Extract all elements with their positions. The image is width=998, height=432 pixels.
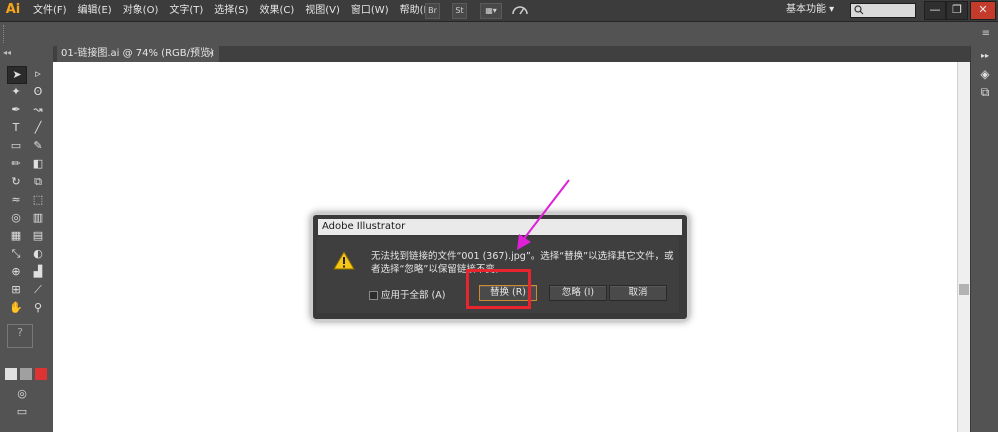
eyedropper-tool-icon[interactable]: ⤡ [7, 246, 25, 262]
type-tool-icon[interactable]: T [7, 120, 25, 136]
workspace-switcher[interactable]: 基本功能 ▾ [786, 2, 834, 18]
perspective-grid-tool-icon[interactable]: ▥ [29, 210, 47, 226]
arrange-documents-icon[interactable]: ▦▾ [480, 3, 502, 19]
document-tab[interactable]: 01-链接图.ai @ 74% (RGB/预览) × [57, 46, 219, 62]
paintbrush-tool-icon[interactable]: ✎ [29, 138, 47, 154]
panel-grip[interactable] [3, 25, 7, 43]
menu-edit[interactable]: 编辑(E) [78, 0, 112, 21]
document-tab-label: 01-链接图.ai @ 74% (RGB/预览) [61, 48, 214, 59]
symbol-sprayer-tool-icon[interactable]: ⊕ [7, 264, 25, 280]
control-bar: ≡ [0, 22, 998, 47]
blend-tool-icon[interactable]: ◐ [29, 246, 47, 262]
menu-effect[interactable]: 效果(C) [259, 0, 294, 21]
cancel-button[interactable]: 取消 [609, 285, 667, 301]
warning-icon [333, 251, 355, 273]
pen-tool-icon[interactable]: ✒ [7, 102, 25, 118]
direct-selection-tool-icon[interactable]: ▹ [29, 66, 47, 82]
expand-panels-icon[interactable]: ▸▸ [977, 48, 993, 64]
ignore-button[interactable]: 忽略 (I) [549, 285, 607, 301]
pencil-tool-icon[interactable]: ✏ [7, 156, 25, 172]
gradient-mode-icon[interactable] [20, 368, 32, 380]
magic-wand-tool-icon[interactable]: ✦ [7, 84, 25, 100]
collapse-panel-icon[interactable]: ◂◂ [3, 48, 11, 57]
mesh-tool-icon[interactable]: ▦ [7, 228, 25, 244]
scrollbar-thumb[interactable] [959, 284, 969, 295]
menu-bar: Ai 文件(F) 编辑(E) 对象(O) 文字(T) 选择(S) 效果(C) 视… [0, 0, 998, 22]
shape-builder-tool-icon[interactable]: ◎ [7, 210, 25, 226]
column-graph-tool-icon[interactable]: ▟ [29, 264, 47, 280]
scale-tool-icon[interactable]: ⧉ [29, 174, 47, 190]
illustrator-logo: Ai [5, 2, 21, 17]
free-transform-tool-icon[interactable]: ⬚ [29, 192, 47, 208]
checkbox-label: 应用于全部 (A) [381, 290, 446, 301]
stock-button[interactable]: St [452, 3, 467, 19]
restore-button[interactable]: ❐ [946, 1, 968, 20]
zoom-tool-icon[interactable]: ⚲ [29, 300, 47, 316]
fill-stroke-swatch[interactable]: ? [7, 324, 33, 348]
panel-menu-icon[interactable]: ≡ [982, 28, 990, 39]
slice-tool-icon[interactable]: ⟋ [29, 282, 47, 298]
layers-icon[interactable]: ◈ [977, 66, 993, 82]
close-button[interactable]: ✕ [970, 1, 996, 20]
dialog-title: Adobe Illustrator [318, 219, 682, 235]
search-icon [854, 5, 864, 15]
apply-to-all-checkbox[interactable]: 应用于全部 (A) [369, 287, 445, 301]
gradient-tool-icon[interactable]: ▤ [29, 228, 47, 244]
main-menu: 文件(F) 编辑(E) 对象(O) 文字(T) 选择(S) 效果(C) 视图(V… [33, 0, 446, 21]
artboard-tool-icon[interactable]: ⊞ [7, 282, 25, 298]
screen-mode-icon[interactable]: ▭ [13, 404, 31, 420]
minimize-button[interactable]: — [924, 1, 946, 20]
hand-tool-icon[interactable]: ✋ [7, 300, 25, 316]
eraser-tool-icon[interactable]: ◧ [29, 156, 47, 172]
right-panel-dock: ▸▸ ◈ ⧉ [970, 46, 998, 432]
menu-file[interactable]: 文件(F) [33, 0, 67, 21]
drawing-mode-icon[interactable]: ◎ [13, 386, 31, 402]
artboards-icon[interactable]: ⧉ [977, 84, 993, 100]
gpu-performance-icon[interactable] [511, 2, 529, 21]
rectangle-tool-icon[interactable]: ▭ [7, 138, 25, 154]
line-tool-icon[interactable]: ╱ [29, 120, 47, 136]
lasso-tool-icon[interactable]: ʘ [29, 84, 47, 100]
close-tab-icon[interactable]: × [207, 46, 215, 62]
pointer-arrow [505, 178, 575, 261]
checkbox-box[interactable] [369, 291, 378, 300]
menu-select[interactable]: 选择(S) [214, 0, 248, 21]
selection-tool-icon[interactable]: ➤ [7, 66, 27, 84]
bridge-button[interactable]: Br [425, 3, 440, 19]
width-tool-icon[interactable]: ≈ [7, 192, 25, 208]
vertical-scrollbar[interactable] [957, 62, 971, 432]
menu-view[interactable]: 视图(V) [305, 0, 340, 21]
document-tab-bar: 01-链接图.ai @ 74% (RGB/预览) × [53, 46, 970, 62]
rotate-tool-icon[interactable]: ↻ [7, 174, 25, 190]
search-input[interactable] [850, 3, 916, 18]
menu-window[interactable]: 窗口(W) [351, 0, 389, 21]
menu-object[interactable]: 对象(O) [123, 0, 159, 21]
menu-type[interactable]: 文字(T) [169, 0, 203, 21]
color-mode-icon[interactable] [5, 368, 17, 380]
none-mode-icon[interactable] [35, 368, 47, 380]
highlight-box [466, 269, 531, 309]
curvature-tool-icon[interactable]: ↝ [29, 102, 47, 118]
